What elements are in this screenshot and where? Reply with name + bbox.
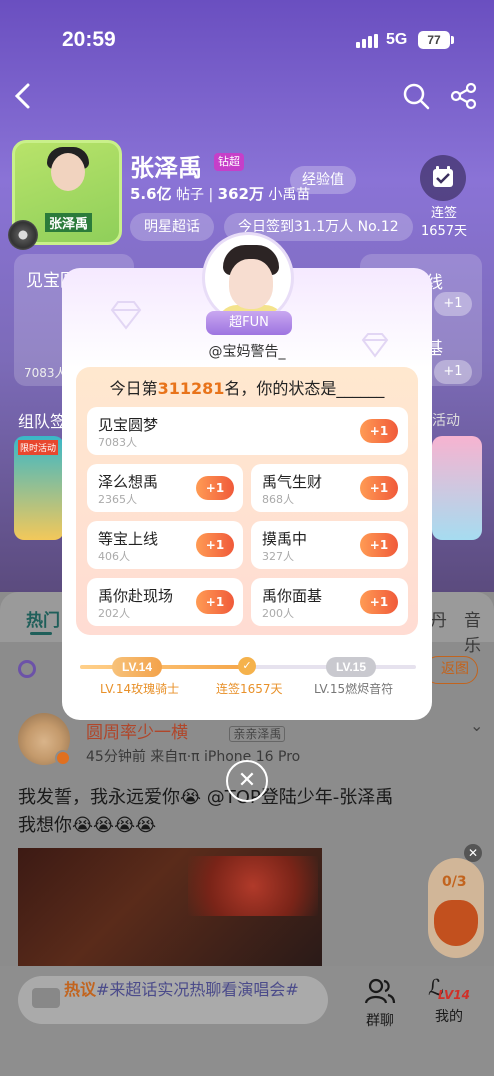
- tab-partial[interactable]: 丹: [430, 606, 447, 631]
- plus-one-button[interactable]: +1: [360, 533, 398, 557]
- modal-username: @宝妈警告_: [208, 344, 286, 360]
- close-gift-icon[interactable]: ✕: [464, 844, 482, 862]
- gift-task-widget[interactable]: 0/3: [428, 858, 484, 958]
- status-panel-title: 今日第311281名，你的状态是______: [109, 379, 385, 398]
- music-disc-icon: [8, 220, 38, 250]
- diamond-decoration-icon: [108, 300, 144, 336]
- next-level-label: LV.15燃烬音符: [314, 682, 394, 696]
- status-option[interactable]: 禹你面基 200人 +1: [251, 578, 408, 626]
- current-level-pill: LV.14: [112, 657, 163, 677]
- team-checkin-label: 组队签: [18, 412, 67, 431]
- post-text-line2: 我想你😭😭😭😭: [18, 815, 157, 836]
- supertopic-name: 张泽禹: [130, 154, 202, 182]
- activity-label: 活动: [432, 413, 460, 429]
- diamond-badge: 钻超: [214, 153, 244, 171]
- hot-logo-icon: [32, 988, 60, 1008]
- tab-active-indicator: [30, 632, 52, 635]
- sign-streak-label: 连签 1657天: [420, 206, 468, 239]
- post-image[interactable]: [18, 848, 322, 966]
- avatar-name-text: 张泽禹: [45, 213, 93, 232]
- status-option[interactable]: 见宝圆梦 7083人 +1: [87, 407, 408, 455]
- close-icon[interactable]: ✕: [226, 760, 268, 802]
- checkmark-icon: ✓: [238, 657, 256, 675]
- status-time: 20:59: [62, 28, 116, 51]
- activity-thumbnail-right[interactable]: [432, 436, 482, 540]
- plus-one-button[interactable]: +1: [360, 476, 398, 500]
- supertopic-ring-icon: [18, 660, 36, 678]
- plus-one-button[interactable]: +1: [196, 533, 234, 557]
- verified-badge-icon: [55, 750, 71, 766]
- streak-label: 连签1657天: [216, 682, 283, 696]
- mine-button[interactable]: ℒ LV14 我的: [424, 976, 474, 1026]
- supertopic-stats: 5.6亿 帖子 | 362万 小禹苗: [130, 185, 311, 203]
- group-chat-button[interactable]: 群聊: [360, 976, 400, 1030]
- calendar-check-icon[interactable]: [420, 155, 466, 201]
- status-bar: 20:59 5G 77: [0, 0, 494, 70]
- search-icon[interactable]: [402, 82, 430, 114]
- tab-music[interactable]: 音乐: [464, 606, 494, 656]
- gift-count: 0/3: [442, 874, 467, 890]
- status-option[interactable]: 禹你赴现场 202人 +1: [87, 578, 243, 626]
- diamond-decoration-icon: [360, 332, 390, 360]
- post-meta: 45分钟前 来自π·π iPhone 16 Pro: [86, 749, 301, 765]
- share-icon[interactable]: [450, 82, 478, 114]
- plus-one-button[interactable]: +1: [360, 590, 398, 614]
- back-icon[interactable]: [12, 82, 32, 115]
- battery-tip: [451, 36, 454, 44]
- battery-icon: 77: [418, 31, 450, 49]
- chevron-down-icon[interactable]: ⌄: [470, 716, 483, 735]
- status-option[interactable]: 禹气生财 868人 +1: [251, 464, 408, 512]
- back-picture-button[interactable]: 返图: [424, 656, 478, 684]
- status-option[interactable]: 泽么想禹 2365人 +1: [87, 464, 243, 512]
- network-type: 5G: [386, 31, 408, 48]
- status-option[interactable]: 等宝上线 406人 +1: [87, 521, 243, 569]
- current-level-label: LV.14玫瑰骑士: [100, 682, 180, 696]
- tab-hot[interactable]: 热门: [26, 606, 60, 631]
- exp-button[interactable]: 经验值: [290, 166, 356, 194]
- mine-label: 我的: [435, 1009, 463, 1025]
- plus-one-button[interactable]: +1: [196, 476, 234, 500]
- plus-one-button[interactable]: +1: [360, 419, 398, 443]
- hot-discussion-text[interactable]: 热议#来超话实况热聊看演唱会#: [64, 979, 320, 1000]
- status-option[interactable]: 摸禹中 327人 +1: [251, 521, 408, 569]
- next-level-pill: LV.15: [326, 657, 377, 677]
- star-supertopic-tag[interactable]: 明星超话: [130, 213, 214, 241]
- fan-tag: 亲亲泽禹: [229, 726, 286, 742]
- plus-one-button[interactable]: +1: [196, 590, 234, 614]
- activity-thumbnail-left[interactable]: 限时活动: [14, 436, 64, 540]
- group-chat-label: 群聊: [366, 1013, 394, 1029]
- fun-badge: 超FUN: [206, 311, 292, 335]
- level-icon: ℒ LV14: [428, 976, 470, 1002]
- post-text-line1: 我发誓，我永远爱你😭 @TOP登陆少年-张泽禹: [18, 787, 394, 808]
- signal-icon: [356, 34, 378, 48]
- lucky-bag-icon: [434, 900, 478, 946]
- post-username[interactable]: 圆周率少一横 亲亲泽禹: [86, 718, 286, 743]
